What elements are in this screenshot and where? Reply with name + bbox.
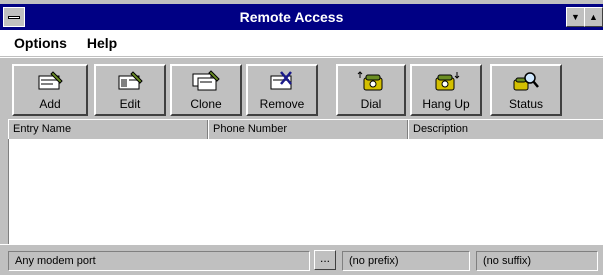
suffix-field: (no suffix) xyxy=(476,251,598,271)
remove-button[interactable]: Remove xyxy=(246,64,318,116)
column-entry-name[interactable]: Entry Name xyxy=(8,120,208,140)
browse-button[interactable]: ... xyxy=(314,250,336,270)
add-button-label: Add xyxy=(39,97,61,111)
column-phone-number[interactable]: Phone Number xyxy=(208,120,408,140)
system-menu-icon xyxy=(8,16,20,19)
remove-button-label: Remove xyxy=(259,97,305,111)
add-button[interactable]: Add xyxy=(12,64,88,116)
clone-entry-icon xyxy=(192,70,220,91)
maximize-button[interactable]: ▲ xyxy=(584,7,603,27)
menu-options[interactable]: Options xyxy=(14,35,67,51)
edit-entry-icon xyxy=(118,71,143,90)
toolbar: Add Edit Clone Remove Dial Hang Up Statu… xyxy=(0,57,603,119)
remote-access-window: Remote Access ▼ ▲ Options Help Add Edit … xyxy=(0,0,603,275)
status-magnifier-icon xyxy=(513,72,539,91)
status-button-label: Status xyxy=(508,97,544,111)
menu-help-label: Help xyxy=(86,35,118,51)
status-bar: Any modem port ... (no prefix) (no suffi… xyxy=(0,244,603,275)
system-menu-button[interactable] xyxy=(3,7,25,27)
menu-help[interactable]: Help xyxy=(87,35,117,51)
clone-button[interactable]: Clone xyxy=(170,64,242,116)
menu-bar: Options Help xyxy=(0,30,603,56)
dial-phone-icon xyxy=(357,71,383,91)
entry-list[interactable] xyxy=(8,139,603,244)
clone-button-label: Clone xyxy=(190,97,222,111)
remove-entry-icon xyxy=(270,71,292,90)
hang-up-button[interactable]: Hang Up xyxy=(410,64,482,116)
column-description[interactable]: Description xyxy=(408,120,603,140)
minimize-button[interactable]: ▼ xyxy=(566,7,585,27)
status-button[interactable]: Status xyxy=(490,64,562,116)
menu-options-label: Options xyxy=(14,35,67,51)
add-entry-icon xyxy=(38,71,63,90)
dial-button[interactable]: Dial xyxy=(336,64,406,116)
title-bar[interactable]: Remote Access ▼ ▲ xyxy=(0,4,603,30)
edit-button-label: Edit xyxy=(119,97,141,111)
column-header: Entry Name Phone Number Description xyxy=(8,119,603,140)
left-border xyxy=(0,119,8,244)
edit-button[interactable]: Edit xyxy=(94,64,166,116)
hangup-phone-icon xyxy=(435,72,460,91)
prefix-field: (no prefix) xyxy=(342,251,470,271)
hang-up-button-label: Hang Up xyxy=(422,97,470,111)
window-title: Remote Access xyxy=(239,9,344,25)
port-field: Any modem port xyxy=(8,251,310,271)
dial-button-label: Dial xyxy=(360,97,382,111)
